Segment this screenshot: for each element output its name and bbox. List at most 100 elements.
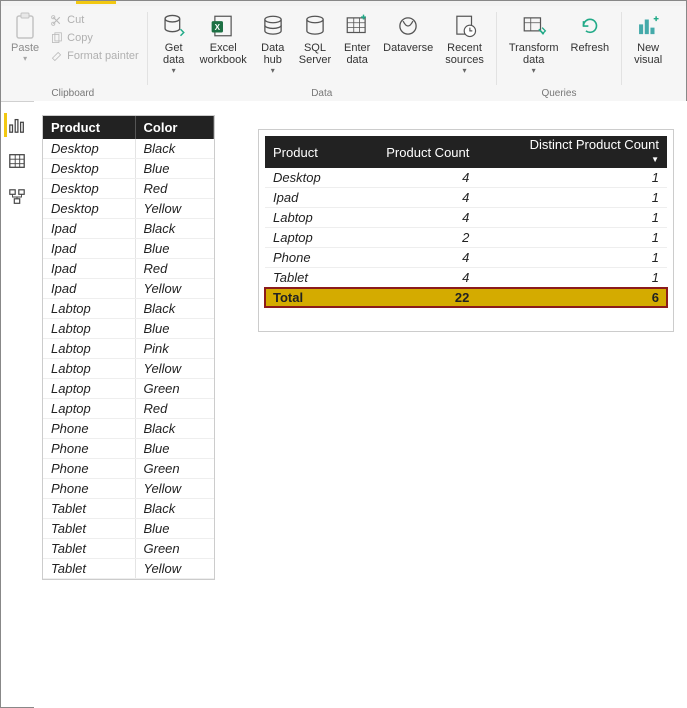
brush-icon xyxy=(49,49,63,63)
transform-data-button[interactable]: Transform data ▾ xyxy=(503,10,565,86)
table-cell: Green xyxy=(135,539,213,559)
table-cell: Phone xyxy=(43,439,135,459)
table-cell: Ipad xyxy=(43,219,135,239)
column-header[interactable]: Distinct Product Count▼ xyxy=(477,136,667,168)
recent-sources-button[interactable]: Recent sources ▾ xyxy=(439,10,490,86)
table-cell: Yellow xyxy=(135,479,213,499)
database-arrow-icon xyxy=(160,12,188,40)
separator xyxy=(147,12,148,85)
table-row[interactable]: IpadBlue xyxy=(43,239,213,259)
table-cell: Tablet xyxy=(43,519,135,539)
table-cell: Phone xyxy=(43,459,135,479)
table-row[interactable]: IpadYellow xyxy=(43,279,213,299)
summary-visual[interactable]: ProductProduct CountDistinct Product Cou… xyxy=(258,129,674,332)
table-cell: Labtop xyxy=(43,319,135,339)
enter-data-button[interactable]: Enter data xyxy=(337,10,377,86)
view-switcher xyxy=(0,101,34,209)
dataverse-button[interactable]: Dataverse xyxy=(377,10,439,86)
table-row[interactable]: PhoneGreen xyxy=(43,459,213,479)
active-tab-marker xyxy=(76,1,116,4)
table-cell: Yellow xyxy=(135,359,213,379)
transform-icon xyxy=(520,12,548,40)
table-row[interactable]: TabletBlue xyxy=(43,519,213,539)
group-label-insert xyxy=(628,87,668,101)
table-row[interactable]: LaptopRed xyxy=(43,399,213,419)
copy-button[interactable]: Copy xyxy=(47,30,141,46)
table-row[interactable]: LabtopPink xyxy=(43,339,213,359)
table-row[interactable]: TabletGreen xyxy=(43,539,213,559)
table-row[interactable]: Laptop21 xyxy=(265,228,667,248)
table-cell: Desktop xyxy=(43,199,135,219)
table-cell: Yellow xyxy=(135,559,213,579)
excel-icon: X xyxy=(209,12,237,40)
table-row[interactable]: PhoneBlack xyxy=(43,419,213,439)
table-row[interactable]: DesktopBlue xyxy=(43,159,213,179)
scissors-icon xyxy=(49,13,63,27)
table-cell: Red xyxy=(135,179,213,199)
column-header[interactable]: Product xyxy=(265,136,348,168)
table-cell: Black xyxy=(135,419,213,439)
table-cell: Desktop xyxy=(265,168,348,188)
table-cell: Desktop xyxy=(43,179,135,199)
paste-button[interactable]: Paste ▾ xyxy=(5,10,45,86)
report-canvas[interactable]: ProductColor DesktopBlackDesktopBlueDesk… xyxy=(34,101,687,708)
table-cell: Blue xyxy=(135,159,213,179)
table-cell: Ipad xyxy=(265,188,348,208)
table-row[interactable]: Phone41 xyxy=(265,248,667,268)
chevron-down-icon: ▾ xyxy=(532,66,536,75)
table-row[interactable]: Desktop41 xyxy=(265,168,667,188)
format-painter-button[interactable]: Format painter xyxy=(47,48,141,64)
ribbon-group-data: Get data ▾ X Excel workbook Data hub ▾ xyxy=(150,10,494,101)
table-row[interactable]: IpadBlack xyxy=(43,219,213,239)
table-row[interactable]: Ipad41 xyxy=(265,188,667,208)
raw-data-table[interactable]: ProductColor DesktopBlackDesktopBlueDesk… xyxy=(42,115,215,580)
table-cell: Labtop xyxy=(43,359,135,379)
table-cell: Labtop xyxy=(43,339,135,359)
sql-server-button[interactable]: SQL Server xyxy=(293,10,337,86)
table-row[interactable]: PhoneYellow xyxy=(43,479,213,499)
table-row[interactable]: LabtopYellow xyxy=(43,359,213,379)
enter-data-label: Enter data xyxy=(344,42,370,66)
table-row[interactable]: TabletYellow xyxy=(43,559,213,579)
svg-text:X: X xyxy=(215,23,221,32)
table-row[interactable]: IpadRed xyxy=(43,259,213,279)
table-cell: Desktop xyxy=(43,159,135,179)
group-label-clipboard: Clipboard xyxy=(5,87,141,101)
data-hub-button[interactable]: Data hub ▾ xyxy=(253,10,293,86)
table-row[interactable]: LabtopBlack xyxy=(43,299,213,319)
table-row[interactable]: Tablet41 xyxy=(265,268,667,288)
recent-icon xyxy=(451,12,479,40)
column-header[interactable]: Color xyxy=(135,116,213,139)
format-painter-label: Format painter xyxy=(67,50,139,62)
table-row[interactable]: DesktopRed xyxy=(43,179,213,199)
ribbon-group-insert: New visual xyxy=(624,10,672,101)
table-row[interactable]: LabtopBlue xyxy=(43,319,213,339)
table-row[interactable]: Labtop41 xyxy=(265,208,667,228)
chevron-down-icon: ▾ xyxy=(172,66,176,75)
get-data-button[interactable]: Get data ▾ xyxy=(154,10,194,86)
separator xyxy=(621,12,622,85)
cut-button[interactable]: Cut xyxy=(47,12,141,28)
table-row[interactable]: DesktopBlack xyxy=(43,139,213,159)
column-header[interactable]: Product Count xyxy=(348,136,477,168)
column-header[interactable]: Product xyxy=(43,116,135,139)
excel-button[interactable]: X Excel workbook xyxy=(194,10,253,86)
group-label-data: Data xyxy=(154,87,490,101)
table-cell: Laptop xyxy=(265,228,348,248)
total-cell: 6 xyxy=(477,288,667,308)
table-row[interactable]: TabletBlack xyxy=(43,499,213,519)
model-view-button[interactable] xyxy=(5,185,29,209)
sql-label: SQL Server xyxy=(299,42,331,66)
excel-label: Excel workbook xyxy=(200,42,247,66)
new-visual-button[interactable]: New visual xyxy=(628,10,668,86)
table-cell: Tablet xyxy=(43,499,135,519)
table-row[interactable]: PhoneBlue xyxy=(43,439,213,459)
data-view-button[interactable] xyxy=(5,149,29,173)
copy-icon xyxy=(49,31,63,45)
table-row[interactable]: LaptopGreen xyxy=(43,379,213,399)
report-view-button[interactable] xyxy=(4,113,28,137)
ribbon: Paste ▾ Cut Copy xyxy=(1,6,686,102)
table-row[interactable]: DesktopYellow xyxy=(43,199,213,219)
refresh-button[interactable]: Refresh xyxy=(565,10,616,86)
total-row[interactable]: Total226 xyxy=(265,288,667,308)
